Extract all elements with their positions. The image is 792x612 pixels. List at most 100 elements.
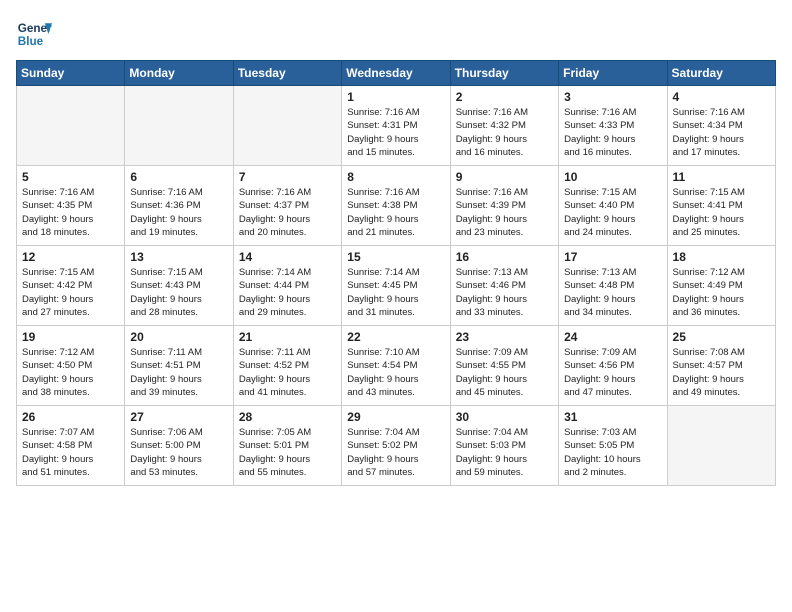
day-number: 10	[564, 170, 661, 184]
day-info: Sunrise: 7:14 AM Sunset: 4:44 PM Dayligh…	[239, 266, 336, 319]
day-info: Sunrise: 7:09 AM Sunset: 4:56 PM Dayligh…	[564, 346, 661, 399]
svg-text:Blue: Blue	[18, 35, 44, 48]
day-info: Sunrise: 7:03 AM Sunset: 5:05 PM Dayligh…	[564, 426, 661, 479]
day-cell: 12 Sunrise: 7:15 AM Sunset: 4:42 PM Dayli…	[17, 246, 125, 326]
day-info: Sunrise: 7:12 AM Sunset: 4:50 PM Dayligh…	[22, 346, 119, 399]
day-cell: 27Sunrise: 7:06 AM Sunset: 5:00 PM Dayli…	[125, 406, 233, 486]
day-number: 23	[456, 330, 553, 344]
day-number: 26	[22, 410, 119, 424]
col-header-wednesday: Wednesday	[342, 61, 450, 86]
day-info: Sunrise: 7:06 AM Sunset: 5:00 PM Dayligh…	[130, 426, 227, 479]
day-number: 3	[564, 90, 661, 104]
logo-icon: General Blue	[16, 16, 52, 52]
day-info: Sunrise: 7:14 AM Sunset: 4:45 PM Dayligh…	[347, 266, 444, 319]
col-header-friday: Friday	[559, 61, 667, 86]
day-cell: 21 Sunrise: 7:11 AM Sunset: 4:52 PM Dayli…	[233, 326, 341, 406]
day-info: Sunrise: 7:11 AM Sunset: 4:52 PM Dayligh…	[239, 346, 336, 399]
day-cell: 22 Sunrise: 7:10 AM Sunset: 4:54 PM Dayli…	[342, 326, 450, 406]
day-info: Sunrise: 7:09 AM Sunset: 4:55 PM Dayligh…	[456, 346, 553, 399]
day-cell: 31 Sunrise: 7:03 AM Sunset: 5:05 PM Dayli…	[559, 406, 667, 486]
header: General Blue	[16, 16, 776, 52]
col-header-thursday: Thursday	[450, 61, 558, 86]
day-number: 1	[347, 90, 444, 104]
day-info: Sunrise: 7:07 AM Sunset: 4:58 PM Dayligh…	[22, 426, 119, 479]
day-number: 11	[673, 170, 770, 184]
day-cell	[667, 406, 775, 486]
day-info: Sunrise: 7:16 AM Sunset: 4:34 PM Dayligh…	[673, 106, 770, 159]
day-info: Sunrise: 7:16 AM Sunset: 4:32 PM Dayligh…	[456, 106, 553, 159]
day-info: Sunrise: 7:16 AM Sunset: 4:35 PM Dayligh…	[22, 186, 119, 239]
day-number: 7	[239, 170, 336, 184]
day-info: Sunrise: 7:12 AM Sunset: 4:49 PM Dayligh…	[673, 266, 770, 319]
day-info: Sunrise: 7:16 AM Sunset: 4:33 PM Dayligh…	[564, 106, 661, 159]
day-info: Sunrise: 7:05 AM Sunset: 5:01 PM Dayligh…	[239, 426, 336, 479]
day-number: 31	[564, 410, 661, 424]
day-number: 30	[456, 410, 553, 424]
day-cell	[233, 86, 341, 166]
day-info: Sunrise: 7:15 AM Sunset: 4:40 PM Dayligh…	[564, 186, 661, 239]
day-info: Sunrise: 7:13 AM Sunset: 4:48 PM Dayligh…	[564, 266, 661, 319]
day-number: 18	[673, 250, 770, 264]
day-cell: 10 Sunrise: 7:15 AM Sunset: 4:40 PM Dayli…	[559, 166, 667, 246]
day-number: 16	[456, 250, 553, 264]
day-number: 14	[239, 250, 336, 264]
week-row-4: 19 Sunrise: 7:12 AM Sunset: 4:50 PM Dayli…	[17, 326, 776, 406]
day-info: Sunrise: 7:13 AM Sunset: 4:46 PM Dayligh…	[456, 266, 553, 319]
day-info: Sunrise: 7:08 AM Sunset: 4:57 PM Dayligh…	[673, 346, 770, 399]
day-cell: 1 Sunrise: 7:16 AM Sunset: 4:31 PM Daylig…	[342, 86, 450, 166]
day-info: Sunrise: 7:16 AM Sunset: 4:39 PM Dayligh…	[456, 186, 553, 239]
day-cell: 6Sunrise: 7:16 AM Sunset: 4:36 PM Daylig…	[125, 166, 233, 246]
day-number: 28	[239, 410, 336, 424]
day-cell: 7 Sunrise: 7:16 AM Sunset: 4:37 PM Daylig…	[233, 166, 341, 246]
day-cell: 5 Sunrise: 7:16 AM Sunset: 4:35 PM Daylig…	[17, 166, 125, 246]
day-cell: 13 Sunrise: 7:15 AM Sunset: 4:43 PM Dayli…	[125, 246, 233, 326]
day-number: 2	[456, 90, 553, 104]
day-info: Sunrise: 7:10 AM Sunset: 4:54 PM Dayligh…	[347, 346, 444, 399]
day-cell	[125, 86, 233, 166]
day-cell: 18 Sunrise: 7:12 AM Sunset: 4:49 PM Dayli…	[667, 246, 775, 326]
day-cell: 23 Sunrise: 7:09 AM Sunset: 4:55 PM Dayli…	[450, 326, 558, 406]
day-cell: 28 Sunrise: 7:05 AM Sunset: 5:01 PM Dayli…	[233, 406, 341, 486]
day-cell: 26 Sunrise: 7:07 AM Sunset: 4:58 PM Dayli…	[17, 406, 125, 486]
day-number: 12	[22, 250, 119, 264]
day-info: Sunrise: 7:15 AM Sunset: 4:42 PM Dayligh…	[22, 266, 119, 319]
day-cell: 17 Sunrise: 7:13 AM Sunset: 4:48 PM Dayli…	[559, 246, 667, 326]
week-row-3: 12 Sunrise: 7:15 AM Sunset: 4:42 PM Dayli…	[17, 246, 776, 326]
day-info: Sunrise: 7:04 AM Sunset: 5:02 PM Dayligh…	[347, 426, 444, 479]
day-number: 25	[673, 330, 770, 344]
day-cell: 11 Sunrise: 7:15 AM Sunset: 4:41 PM Dayli…	[667, 166, 775, 246]
day-cell: 25 Sunrise: 7:08 AM Sunset: 4:57 PM Dayli…	[667, 326, 775, 406]
day-cell: 16 Sunrise: 7:13 AM Sunset: 4:46 PM Dayli…	[450, 246, 558, 326]
day-cell: 29Sunrise: 7:04 AM Sunset: 5:02 PM Dayli…	[342, 406, 450, 486]
day-number: 17	[564, 250, 661, 264]
day-info: Sunrise: 7:11 AM Sunset: 4:51 PM Dayligh…	[130, 346, 227, 399]
page: General Blue SundayMondayTuesdayWednesda…	[0, 0, 792, 496]
col-header-sunday: Sunday	[17, 61, 125, 86]
day-number: 20	[130, 330, 227, 344]
day-info: Sunrise: 7:15 AM Sunset: 4:43 PM Dayligh…	[130, 266, 227, 319]
day-cell: 24 Sunrise: 7:09 AM Sunset: 4:56 PM Dayli…	[559, 326, 667, 406]
calendar: SundayMondayTuesdayWednesdayThursdayFrid…	[16, 60, 776, 486]
day-cell: 14 Sunrise: 7:14 AM Sunset: 4:44 PM Dayli…	[233, 246, 341, 326]
day-info: Sunrise: 7:04 AM Sunset: 5:03 PM Dayligh…	[456, 426, 553, 479]
day-cell: 8Sunrise: 7:16 AM Sunset: 4:38 PM Daylig…	[342, 166, 450, 246]
day-number: 21	[239, 330, 336, 344]
logo: General Blue	[16, 16, 52, 52]
day-info: Sunrise: 7:15 AM Sunset: 4:41 PM Dayligh…	[673, 186, 770, 239]
day-number: 19	[22, 330, 119, 344]
day-cell: 20 Sunrise: 7:11 AM Sunset: 4:51 PM Dayli…	[125, 326, 233, 406]
day-number: 4	[673, 90, 770, 104]
day-cell: 30 Sunrise: 7:04 AM Sunset: 5:03 PM Dayli…	[450, 406, 558, 486]
day-number: 8	[347, 170, 444, 184]
day-cell: 4 Sunrise: 7:16 AM Sunset: 4:34 PM Daylig…	[667, 86, 775, 166]
day-number: 13	[130, 250, 227, 264]
week-row-5: 26 Sunrise: 7:07 AM Sunset: 4:58 PM Dayli…	[17, 406, 776, 486]
day-cell: 9Sunrise: 7:16 AM Sunset: 4:39 PM Daylig…	[450, 166, 558, 246]
day-number: 24	[564, 330, 661, 344]
day-cell: 2 Sunrise: 7:16 AM Sunset: 4:32 PM Daylig…	[450, 86, 558, 166]
day-info: Sunrise: 7:16 AM Sunset: 4:37 PM Dayligh…	[239, 186, 336, 239]
col-header-tuesday: Tuesday	[233, 61, 341, 86]
day-number: 5	[22, 170, 119, 184]
day-info: Sunrise: 7:16 AM Sunset: 4:31 PM Dayligh…	[347, 106, 444, 159]
day-number: 22	[347, 330, 444, 344]
